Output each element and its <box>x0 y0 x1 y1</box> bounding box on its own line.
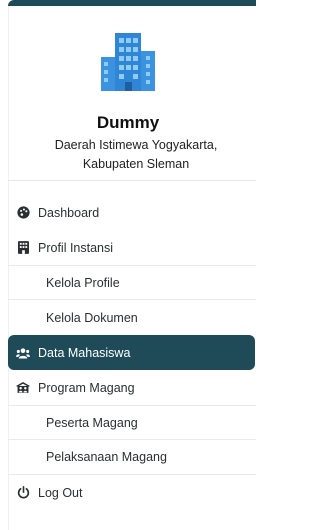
submenu-item-kelola-dokumen[interactable]: Kelola Dokumen <box>8 300 256 335</box>
menu-label-program-magang: Program Magang <box>38 380 135 395</box>
building-logo-icon <box>101 33 155 91</box>
menu-label-dashboard: Dashboard <box>38 205 100 220</box>
menu-item-profil-instansi[interactable]: Profil Instansi <box>8 230 256 265</box>
menu-label-pelaksanaan-magang: Pelaksanaan Magang <box>46 450 167 464</box>
sidebar-top-accent <box>8 0 256 6</box>
power-icon <box>16 486 30 500</box>
menu-label-kelola-profile: Kelola Profile <box>46 275 120 290</box>
people-roof-icon <box>16 381 30 395</box>
region-line-2: Kabupaten Sleman <box>82 157 190 171</box>
palette-icon <box>16 206 30 220</box>
building-icon <box>16 241 30 255</box>
menu-item-program-magang[interactable]: Program Magang <box>8 370 256 405</box>
submenu-item-pelaksanaan-magang[interactable]: Pelaksanaan Magang <box>8 440 256 475</box>
menu-item-data-mahasiswa[interactable]: Data Mahasiswa <box>8 335 255 370</box>
menu-label-kelola-dokumen: Kelola Dokumen <box>46 310 138 325</box>
institution-region: Daerah Istimewa Yogyakarta, Kabupaten Sl… <box>16 136 256 174</box>
sidebar-menu: Dashboard Profil Instansi Kelola Profile… <box>8 195 256 510</box>
region-line-1: Daerah Istimewa Yogyakarta, <box>54 138 218 152</box>
menu-item-logout[interactable]: Log Out <box>8 475 256 510</box>
sidebar: Dummy Daerah Istimewa Yogyakarta, Kabupa… <box>0 0 256 530</box>
submenu-item-peserta-magang[interactable]: Peserta Magang <box>8 405 256 440</box>
submenu-item-kelola-profile[interactable]: Kelola Profile <box>8 265 256 300</box>
menu-label-logout: Log Out <box>38 485 83 500</box>
menu-label-data-mahasiswa: Data Mahasiswa <box>38 345 131 360</box>
menu-label-profil-instansi: Profil Instansi <box>38 240 114 255</box>
users-icon <box>16 346 30 360</box>
header-divider <box>8 180 256 181</box>
menu-item-dashboard[interactable]: Dashboard <box>8 195 256 230</box>
menu-label-peserta-magang: Peserta Magang <box>46 415 138 430</box>
institution-name: Dummy <box>96 113 160 132</box>
